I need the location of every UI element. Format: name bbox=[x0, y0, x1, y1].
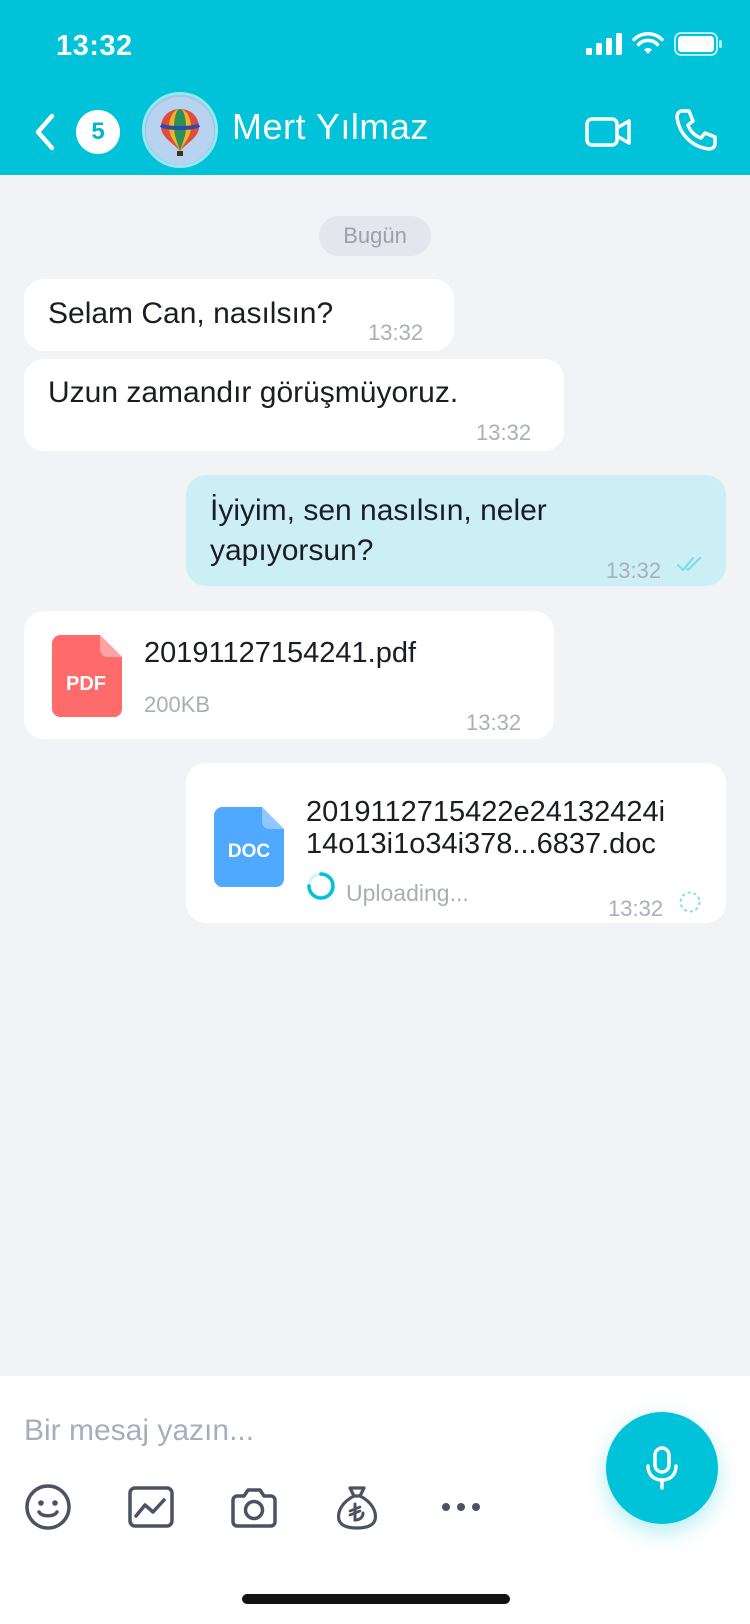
chat-header: 13:32 5 Mert Yılmaz bbox=[0, 0, 750, 175]
microphone-icon bbox=[646, 1446, 678, 1490]
back-arrow-icon bbox=[35, 113, 55, 151]
video-call-button[interactable] bbox=[584, 108, 632, 156]
read-double-check-icon bbox=[676, 556, 702, 572]
upload-status: Uploading... bbox=[346, 880, 469, 906]
status-icons bbox=[586, 32, 722, 56]
more-button[interactable] bbox=[436, 1482, 486, 1532]
voice-record-button[interactable] bbox=[606, 1412, 718, 1524]
file-size: 200KB bbox=[144, 692, 211, 717]
battery-icon bbox=[674, 32, 722, 56]
back-button[interactable] bbox=[28, 110, 64, 154]
phone-icon bbox=[675, 109, 717, 151]
file-name-line-2: 14o13i1o34i378...6837.doc bbox=[306, 828, 656, 860]
message-time: 13:32 bbox=[368, 320, 424, 345]
video-camera-icon bbox=[585, 117, 631, 147]
message-text: Selam Can, nasılsın? bbox=[48, 297, 334, 330]
message-time: 13:32 bbox=[606, 558, 662, 583]
money-transfer-button[interactable] bbox=[332, 1482, 382, 1532]
pdf-file-icon: PDF bbox=[52, 635, 122, 717]
outgoing-message[interactable]: İyiyim, sen nasılsın, neler yapıyorsun? … bbox=[186, 475, 726, 586]
message-text-line-1: İyiyim, sen nasılsın, neler bbox=[210, 494, 547, 527]
file-name: 20191127154241.pdf bbox=[144, 637, 417, 669]
incoming-message[interactable]: Uzun zamandır görüşmüyoruz. 13:32 bbox=[24, 359, 564, 451]
avatar[interactable] bbox=[142, 92, 218, 168]
gallery-button[interactable] bbox=[126, 1482, 176, 1532]
voice-call-button[interactable] bbox=[672, 106, 720, 154]
emoji-button[interactable] bbox=[23, 1482, 73, 1532]
composer bbox=[0, 1376, 750, 1624]
emoji-icon bbox=[25, 1484, 71, 1530]
file-name-line-1: 2019112715422e24132424i bbox=[306, 796, 666, 828]
money-bag-icon bbox=[336, 1486, 378, 1530]
unread-badge: 5 bbox=[76, 110, 120, 154]
message-text-line-2: yapıyorsun? bbox=[210, 534, 374, 567]
sending-spinner-icon bbox=[679, 891, 701, 913]
message-time: 13:32 bbox=[608, 896, 664, 921]
message-time: 13:32 bbox=[466, 710, 522, 735]
upload-progress-icon bbox=[307, 872, 335, 900]
doc-file-icon: DOC bbox=[214, 807, 284, 887]
svg-text:DOC: DOC bbox=[228, 841, 271, 862]
home-indicator bbox=[242, 1594, 510, 1604]
incoming-message[interactable]: Selam Can, nasılsın? 13:32 bbox=[24, 279, 454, 351]
status-time: 13:32 bbox=[56, 30, 133, 62]
contact-name[interactable]: Mert Yılmaz bbox=[232, 106, 429, 148]
message-text: Uzun zamandır görüşmüyoruz. bbox=[48, 376, 459, 409]
wifi-icon bbox=[632, 32, 664, 54]
signal-icon bbox=[586, 33, 622, 55]
camera-icon bbox=[231, 1488, 277, 1528]
balloon-avatar-icon bbox=[145, 95, 215, 165]
message-input[interactable] bbox=[24, 1406, 584, 1456]
outgoing-file-message[interactable]: DOC 2019112715422e24132424i 14o13i1o34i3… bbox=[186, 763, 726, 923]
gallery-icon bbox=[128, 1486, 174, 1528]
message-time: 13:32 bbox=[476, 420, 532, 445]
incoming-file-message[interactable]: PDF 20191127154241.pdf 200KB 13:32 bbox=[24, 611, 554, 739]
more-icon bbox=[442, 1503, 480, 1511]
svg-text:PDF: PDF bbox=[66, 673, 106, 695]
camera-button[interactable] bbox=[229, 1482, 279, 1532]
date-separator: Bugün bbox=[319, 216, 431, 256]
